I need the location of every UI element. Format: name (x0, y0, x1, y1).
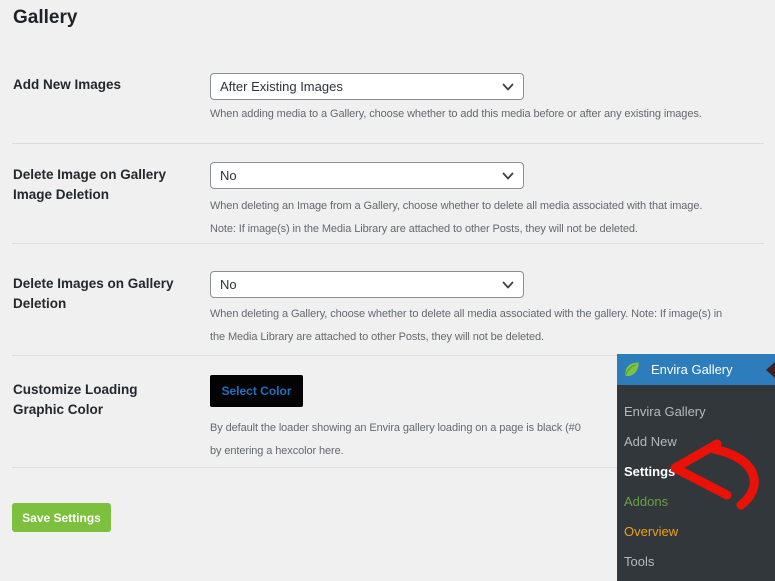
setting-label: Delete Image on Gallery Image Deletion (13, 167, 167, 202)
envira-flyout-menu: Envira Gallery Envira Gallery Add New Se… (617, 354, 775, 581)
menu-header-label: Envira Gallery (651, 362, 733, 377)
page-title: Gallery (13, 7, 78, 28)
menu-item-tools[interactable]: Tools (617, 547, 775, 577)
delete-image-select[interactable]: No (210, 162, 524, 189)
chevron-down-icon (501, 80, 515, 97)
setting-description: By default the loader showing an Envira … (210, 422, 581, 457)
select-value: No (220, 277, 237, 292)
setting-label: Customize Loading Graphic Color (13, 382, 138, 417)
divider (12, 243, 764, 244)
menu-item-overview[interactable]: Overview (617, 517, 775, 547)
setting-label: Add New Images (13, 77, 122, 92)
select-color-button[interactable]: Select Color (210, 375, 303, 407)
envira-leaf-icon (622, 360, 641, 379)
settings-page: Gallery Add New Images After Existing Im… (0, 0, 775, 581)
setting-description: When deleting a Gallery, choose whether … (210, 308, 723, 343)
save-settings-button[interactable]: Save Settings (12, 503, 111, 532)
chevron-down-icon (501, 169, 515, 186)
menu-item-settings[interactable]: Settings (617, 457, 775, 487)
menu-item-add-new[interactable]: Add New (617, 427, 775, 457)
menu-items: Envira Gallery Add New Settings Addons O… (617, 385, 775, 577)
select-value: No (220, 168, 237, 183)
setting-description: When deleting an Image from a Gallery, c… (210, 200, 703, 235)
cutoff-arrow-shape (766, 362, 775, 378)
menu-item-addons[interactable]: Addons (617, 487, 775, 517)
select-value: After Existing Images (220, 79, 343, 94)
menu-item-envira-gallery[interactable]: Envira Gallery (617, 397, 775, 427)
divider (12, 143, 764, 144)
setting-label: Delete Images on Gallery Deletion (13, 276, 174, 311)
add-new-images-select[interactable]: After Existing Images (210, 73, 524, 100)
delete-images-select[interactable]: No (210, 271, 524, 298)
setting-description: When adding media to a Gallery, choose w… (210, 108, 702, 120)
menu-header[interactable]: Envira Gallery (617, 354, 775, 385)
chevron-down-icon (501, 278, 515, 295)
